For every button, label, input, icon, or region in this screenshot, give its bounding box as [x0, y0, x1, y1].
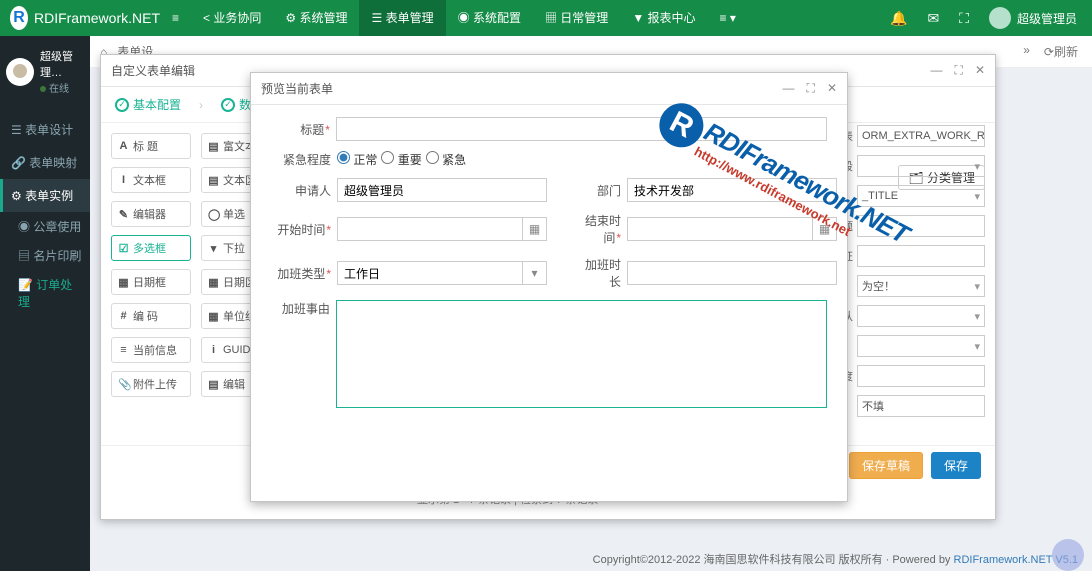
palette-多选框[interactable]: ☑多选框 — [111, 235, 191, 261]
logo-badge: R — [10, 6, 28, 30]
sidebar-item-design[interactable]: ☰ 表单设计 — [0, 113, 90, 146]
top-nav: ≡ < 业务协同 ⚙ 系统管理 ☰ 表单管理 ◉ 系统配置 ▦ 日常管理 ▼ 报… — [160, 0, 890, 36]
label-type: 加班类型 — [277, 267, 325, 281]
nav-form[interactable]: ☰ 表单管理 — [359, 0, 445, 36]
modal-preview-form: 预览当前表单 ― ⛶ ✕ 标题* 紧急程度 正常 重要 紧急 申请人 — [250, 72, 848, 502]
nav-more[interactable]: ≡ ▾ — [708, 0, 748, 36]
nav-biz[interactable]: < 业务协同 — [191, 0, 273, 36]
avatar-icon — [989, 7, 1011, 29]
status-text: 在线 — [49, 84, 69, 95]
modal1-title: 自定义表单编辑 — [111, 62, 195, 79]
palette-日期框[interactable]: ▦日期框 — [111, 269, 191, 295]
modal2-max-icon[interactable]: ⛶ — [807, 81, 815, 96]
save-draft-button[interactable]: 保存草稿 — [849, 452, 923, 479]
tabbar-refresh[interactable]: ⟳刷新 — [1044, 43, 1078, 60]
sidebar-item-instance[interactable]: ⚙ 表单实例 — [0, 179, 90, 212]
label-applicant: 申请人 — [271, 182, 337, 199]
overtime-type-select[interactable] — [337, 261, 523, 285]
palette-标 题[interactable]: A标 题 — [111, 133, 191, 159]
brand-text: RDIFramework.NET — [34, 10, 160, 26]
sidebar-sub-order[interactable]: 📝 订单处理 — [0, 270, 90, 316]
palette-编辑器[interactable]: ✎编辑器 — [111, 201, 191, 227]
sidebar-sub-seal[interactable]: ◉ 公章使用 — [0, 212, 90, 241]
sidebar-user: 超级管理… — [40, 48, 84, 80]
palette-当前信息[interactable]: ≡当前信息 — [111, 337, 191, 363]
nav-daily[interactable]: ▦ 日常管理 — [533, 0, 620, 36]
end-time-input[interactable] — [627, 217, 813, 241]
modal2-min-icon[interactable]: ― — [783, 81, 795, 96]
label-hours: 加班时长 — [577, 256, 627, 290]
overtime-hours-input[interactable] — [627, 261, 837, 285]
applicant-input[interactable] — [337, 178, 547, 202]
top-header: R RDIFramework.NET ≡ < 业务协同 ⚙ 系统管理 ☰ 表单管… — [0, 0, 1092, 36]
fullscreen-icon[interactable]: ⛶ — [959, 10, 969, 27]
urgency-critical[interactable]: 紧急 — [426, 151, 466, 168]
left-sidebar: 超级管理… 在线 ☰ 表单设计 🔗 表单映射 ⚙ 表单实例 ◉ 公章使用 ▤ 名… — [0, 36, 90, 571]
chevron-down-icon[interactable]: ▾ — [523, 261, 547, 285]
label-reason: 加班事由 — [271, 300, 336, 317]
calendar-icon[interactable]: ▦ — [523, 217, 547, 241]
modal1-close-icon[interactable]: ✕ — [975, 63, 985, 78]
urgency-normal[interactable]: 正常 — [337, 151, 377, 168]
modal1-min-icon[interactable]: ― — [931, 63, 943, 78]
user-name: 超级管理员 — [1017, 10, 1077, 27]
nav-config[interactable]: ◉ 系统配置 — [446, 0, 533, 36]
avatar-large — [6, 58, 34, 86]
wizard-step-basic[interactable]: ✓基本配置 — [115, 96, 181, 113]
tabbar-expand[interactable]: » — [1023, 43, 1030, 60]
brand-logo[interactable]: R RDIFramework.NET — [0, 6, 160, 30]
nav-sys[interactable]: ⚙ 系统管理 — [273, 0, 359, 36]
start-time-input[interactable] — [337, 217, 523, 241]
label-dept: 部门 — [577, 182, 627, 199]
label-start: 开始时间 — [277, 223, 325, 237]
modal1-max-icon[interactable]: ⛶ — [955, 63, 963, 78]
title-input[interactable] — [336, 117, 827, 141]
urgency-important[interactable]: 重要 — [381, 151, 421, 168]
sidebar-item-mapping[interactable]: 🔗 表单映射 — [0, 146, 90, 179]
copyright: Copyright©2012-2022 海南国思软件科技有限公司 版权所有 · … — [593, 551, 1078, 567]
bell-icon[interactable]: 🔔 — [890, 10, 907, 27]
calendar-icon[interactable]: ▦ — [813, 217, 837, 241]
dept-input[interactable] — [627, 178, 837, 202]
reason-textarea[interactable] — [336, 300, 827, 408]
feedback-fab[interactable] — [1052, 539, 1084, 571]
label-title: 标题 — [300, 123, 324, 137]
nav-toggle[interactable]: ≡ — [160, 0, 191, 36]
modal2-title: 预览当前表单 — [261, 80, 333, 97]
save-button[interactable]: 保存 — [931, 452, 981, 479]
mail-icon[interactable]: ✉ — [927, 10, 939, 27]
nav-report[interactable]: ▼ 报表中心 — [620, 0, 707, 36]
palette-文本框[interactable]: I文本框 — [111, 167, 191, 193]
palette-编 码[interactable]: #编 码 — [111, 303, 191, 329]
sidebar-sub-card[interactable]: ▤ 名片印刷 — [0, 241, 90, 270]
user-chip[interactable]: 超级管理员 — [989, 7, 1077, 29]
label-urgency: 紧急程度 — [271, 151, 337, 168]
modal2-close-icon[interactable]: ✕ — [827, 81, 837, 96]
palette-附件上传[interactable]: 📎附件上传 — [111, 371, 191, 397]
